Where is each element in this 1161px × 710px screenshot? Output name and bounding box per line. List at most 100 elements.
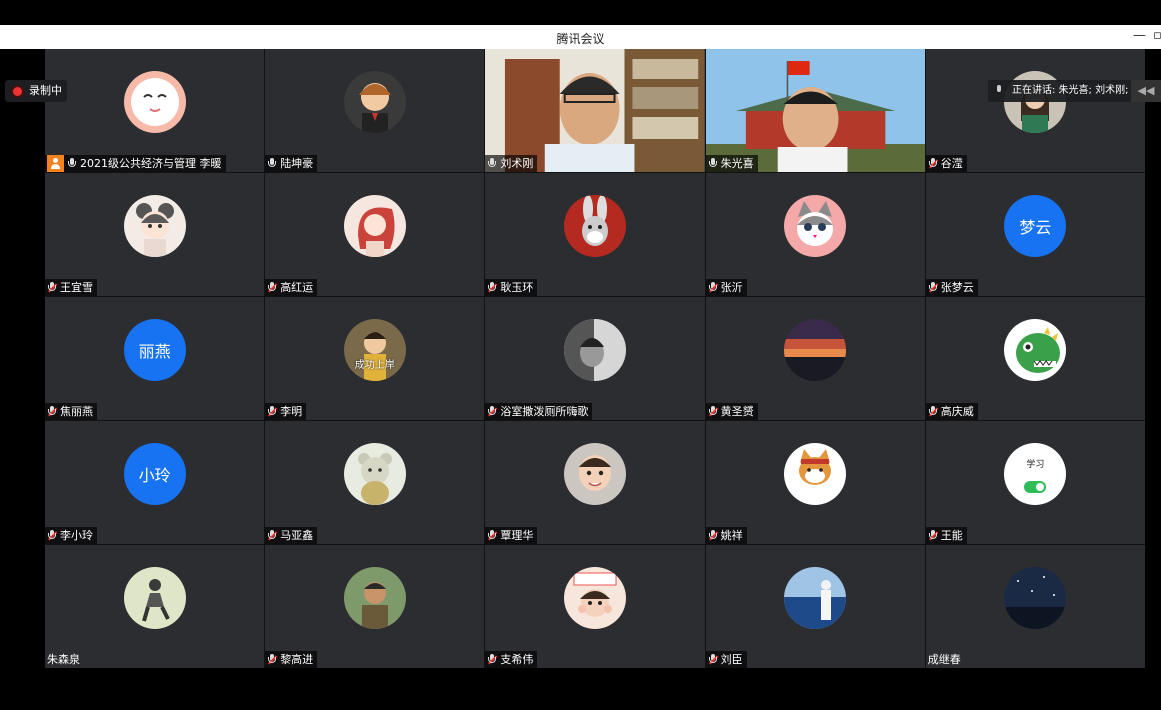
participant-name: 刘术刚	[500, 157, 534, 170]
mic-muted-icon	[928, 405, 938, 418]
participant-tile[interactable]: 丽燕 焦丽燕	[45, 297, 265, 420]
participant-tile[interactable]: 黄圣赟	[705, 297, 925, 420]
mic-icon	[487, 157, 497, 170]
mic-muted-icon	[267, 281, 278, 294]
participant-name-bar: 刘术刚	[485, 155, 538, 172]
participant-name: 王能	[940, 529, 963, 542]
mic-muted-icon	[928, 281, 938, 294]
participant-name: 马亚鑫	[280, 529, 314, 542]
participant-name-bar: 马亚鑫	[265, 527, 318, 544]
mic-muted-icon	[487, 653, 498, 666]
speaking-indicator: 正在讲话: 朱光喜; 刘术刚; ◀◀	[988, 80, 1161, 102]
toggle-switch-icon	[1024, 480, 1047, 493]
participant-name: 黄圣赟	[720, 405, 754, 418]
minimize-icon[interactable]: —	[1133, 28, 1146, 43]
video-feed-palace	[705, 49, 925, 172]
text-avatar: 丽燕	[123, 318, 186, 381]
mic-muted-icon	[708, 529, 718, 542]
rabbit-cartoon-avatar-icon	[563, 194, 626, 257]
participant-tile[interactable]: 浴室撒泼厕所嗨歌	[485, 297, 705, 420]
participant-tile[interactable]: 王宜雪	[45, 173, 265, 296]
mic-muted-icon	[47, 529, 57, 542]
recording-label: 录制中	[29, 84, 62, 97]
dinosaur-avatar-icon	[1004, 318, 1067, 381]
child-avatar-icon: 成功上岸	[343, 318, 406, 381]
redhair-girl-avatar-icon	[343, 194, 406, 257]
participant-name: 朱光喜	[720, 157, 754, 170]
participant-name-bar: 浴室撒泼厕所嗨歌	[485, 403, 593, 420]
participant-name-bar: 覃理华	[485, 527, 538, 544]
participant-name-bar: 高庆威	[925, 403, 978, 420]
night-sky-avatar-icon	[1004, 566, 1067, 629]
participant-name: 高庆威	[940, 405, 974, 418]
participant-tile[interactable]: 覃理华	[485, 421, 705, 544]
avatar-caption: 学习	[1026, 459, 1045, 470]
text-avatar: 梦云	[1004, 194, 1067, 257]
participant-tile[interactable]: 学习 王能	[925, 421, 1145, 544]
participant-name-bar: 李明	[265, 403, 307, 420]
baby-avatar-icon	[563, 442, 626, 505]
participant-tile[interactable]: 张沂	[705, 173, 925, 296]
participant-name: 覃理华	[500, 529, 534, 542]
participant-name-bar: 成继春	[926, 651, 965, 668]
participant-tile[interactable]: 朱森泉	[45, 545, 265, 668]
participant-name: 焦丽燕	[60, 405, 93, 418]
person-sketch-avatar-icon	[123, 566, 186, 629]
participant-name-bar: 王能	[925, 527, 967, 544]
participant-tile[interactable]: 梦云 张梦云	[925, 173, 1145, 296]
participant-name-bar: 刘臣	[705, 651, 747, 668]
participant-tile[interactable]: 谷滢	[925, 49, 1145, 172]
recording-indicator[interactable]: 录制中	[5, 80, 67, 102]
mic-muted-icon	[267, 529, 278, 542]
participant-name-bar: 王宜雪	[45, 279, 97, 296]
mic-icon	[267, 157, 277, 170]
participant-name: 张沂	[720, 281, 743, 294]
participant-name-bar: 张沂	[705, 279, 747, 296]
participant-tile[interactable]: 刘臣	[705, 545, 925, 668]
participant-tile[interactable]: 姚祥	[705, 421, 925, 544]
participant-tile[interactable]: 陆坤豪	[265, 49, 485, 172]
shiba-dog-avatar-icon	[784, 442, 847, 505]
participant-name-bar: 黄圣赟	[705, 403, 758, 420]
participant-name-bar: 高红运	[265, 279, 318, 296]
bear-doll-avatar-icon	[343, 442, 406, 505]
outdoor-man-avatar-icon	[343, 566, 406, 629]
participant-name: 成继春	[927, 653, 961, 666]
participant-name-bar: 耿玉环	[485, 279, 538, 296]
participant-name-bar: 黎高进	[265, 651, 318, 668]
participant-tile[interactable]: 2021级公共经济与管理 李暖	[45, 49, 265, 172]
participant-name-bar: 姚祥	[705, 527, 747, 544]
participant-name: 王宜雪	[60, 281, 93, 294]
window-title: 腾讯会议	[556, 32, 605, 46]
kitten-avatar-icon	[784, 194, 847, 257]
participant-name: 陆坤豪	[280, 157, 314, 170]
participant-tile[interactable]: 黎高进	[265, 545, 485, 668]
host-icon	[47, 155, 64, 172]
participant-name: 姚祥	[720, 529, 743, 542]
participant-tile[interactable]: 耿玉环	[485, 173, 705, 296]
mic-muted-icon	[928, 157, 938, 170]
mic-muted-icon	[708, 653, 718, 666]
participant-tile[interactable]: 马亚鑫	[265, 421, 485, 544]
participant-name-bar: 2021级公共经济与管理 李暖	[45, 155, 226, 172]
anime-girl-avatar-icon	[123, 194, 186, 257]
participant-name-bar: 朱森泉	[45, 651, 84, 668]
participant-video-tile[interactable]: 刘术刚	[485, 49, 705, 172]
participant-video-tile[interactable]: 朱光喜	[705, 49, 925, 172]
participant-name: 张梦云	[940, 281, 974, 294]
participant-tile[interactable]: 支希伟	[485, 545, 705, 668]
participant-name: 黎高进	[280, 653, 314, 666]
scroll-arrows-icon[interactable]: ◀◀	[1131, 80, 1161, 102]
participant-tile[interactable]: 成继春	[925, 545, 1145, 668]
restore-icon[interactable]: ▫	[1153, 28, 1161, 43]
video-feed-bookshelf	[485, 49, 705, 172]
mic-icon	[67, 157, 77, 170]
participant-tile[interactable]: 小玲 李小玲	[45, 421, 265, 544]
participant-tile[interactable]: 成功上岸 李明	[265, 297, 485, 420]
participant-tile[interactable]: 高红运	[265, 173, 485, 296]
participant-grid: 2021级公共经济与管理 李暖 陆坤豪 刘术刚 朱光喜 谷滢 王宜雪 高红运 耿…	[45, 49, 1145, 668]
mic-muted-icon	[267, 653, 278, 666]
participant-tile[interactable]: 高庆威	[925, 297, 1145, 420]
participant-name-bar: 陆坤豪	[265, 155, 318, 172]
mic-muted-icon	[267, 405, 278, 418]
